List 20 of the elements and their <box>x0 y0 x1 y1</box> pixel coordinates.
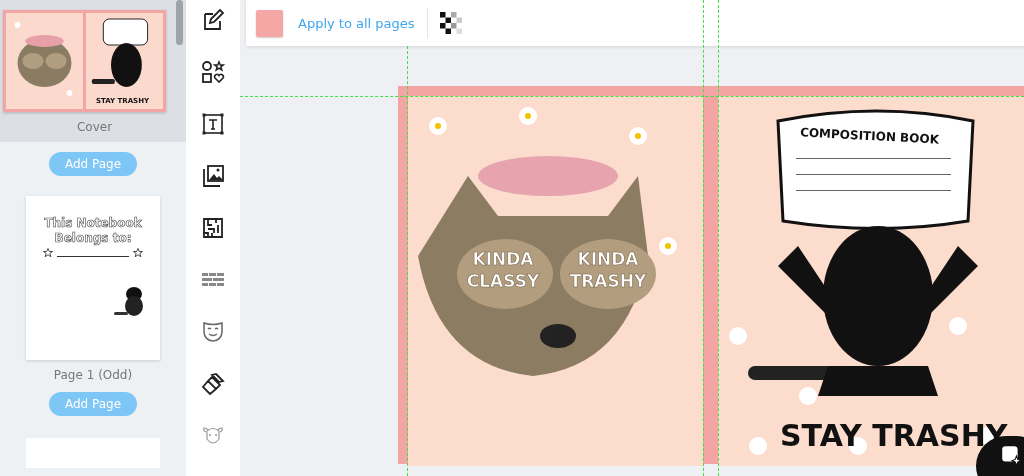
brush-icon[interactable] <box>201 372 225 396</box>
label-title: COMPOSITION BOOK <box>799 125 940 147</box>
color-swatch[interactable] <box>256 9 283 37</box>
page-label: Page 1 (Odd) <box>53 368 133 382</box>
star-icon <box>133 248 143 258</box>
shapes-icon[interactable] <box>201 60 225 84</box>
star-icon <box>43 248 53 258</box>
transparency-icon[interactable] <box>439 12 462 34</box>
glasses-text: KINDA TRASHY <box>568 248 648 292</box>
edit-icon[interactable] <box>201 8 225 32</box>
page-thumbnail[interactable]: This Notebook Belongs to: <box>26 196 160 360</box>
scrollbar-thumb[interactable] <box>176 0 183 45</box>
mask-icon[interactable] <box>201 320 225 344</box>
page-label: Cover <box>76 120 113 134</box>
glasses-text: KINDA CLASSY <box>465 248 541 292</box>
images-icon[interactable] <box>201 164 225 188</box>
thumbnail-heading: This Notebook Belongs to: <box>43 216 143 246</box>
text-box-icon[interactable] <box>201 112 225 136</box>
maze-icon[interactable] <box>201 216 225 240</box>
sparkle-icon <box>1000 444 1022 466</box>
